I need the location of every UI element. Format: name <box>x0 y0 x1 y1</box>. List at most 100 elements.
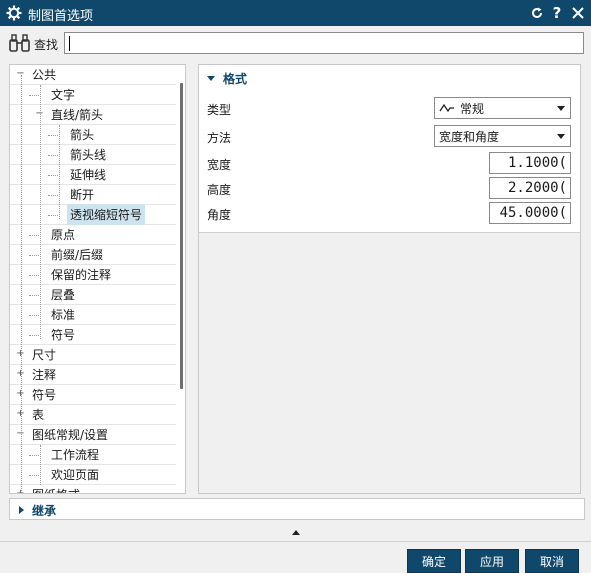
tree-connector <box>59 125 60 219</box>
apply-button[interactable]: 应用 <box>465 549 519 573</box>
tree-connector <box>40 445 41 485</box>
tree-connector <box>48 215 58 216</box>
width-label: 宽度 <box>207 158 232 172</box>
search-label: 查找 <box>34 38 59 52</box>
tree-connector <box>40 85 41 339</box>
tree-item[interactable]: 工作流程 <box>10 445 176 465</box>
ok-button[interactable]: 确定 <box>407 549 461 573</box>
search-input[interactable] <box>64 32 584 54</box>
tree-item-label: 图纸格式 <box>29 484 83 493</box>
tree-item[interactable]: 层叠 <box>10 285 176 305</box>
tree-connector <box>29 315 39 316</box>
tree-item[interactable]: 透视缩短符号 <box>10 204 176 225</box>
tree-item-label: 注释 <box>32 368 57 382</box>
tree-item[interactable]: 断开 <box>10 185 176 205</box>
tree-connector <box>48 175 58 176</box>
format-section-title: 格式 <box>223 72 248 86</box>
tree-item-label: 欢迎页面 <box>51 468 100 482</box>
tree-item-label: 延伸线 <box>70 168 107 182</box>
tree-item-label: 前缀/后缀 <box>51 248 104 262</box>
text-cursor <box>69 36 70 51</box>
tree-item-label: 透视缩短符号 <box>67 204 146 225</box>
tree-item[interactable]: + 符号 <box>10 385 176 405</box>
search-row: 查找 <box>0 30 591 58</box>
tree-item[interactable]: 标准 <box>10 305 176 325</box>
tree-item[interactable]: 文字 <box>10 85 176 105</box>
tree-item[interactable]: +图纸格式 <box>10 484 176 493</box>
tree-item[interactable]: − 直线/箭头 <box>10 105 176 125</box>
tree-connector <box>48 135 58 136</box>
tree-item[interactable]: − 公共 <box>10 65 176 85</box>
collapse-arrow-icon <box>207 76 215 81</box>
tree-item[interactable]: + 尺寸 <box>10 345 176 365</box>
tree-item-label: 断开 <box>70 188 95 202</box>
collapse-up-icon[interactable] <box>292 530 300 535</box>
chevron-down-icon <box>557 106 565 111</box>
help-button[interactable]: ? <box>548 4 566 22</box>
cancel-button[interactable]: 取消 <box>525 549 579 573</box>
tree-item[interactable]: 延伸线 <box>10 165 176 185</box>
tree-connector <box>48 195 58 196</box>
binoculars-icon <box>9 34 30 52</box>
tree-item-label: 保留的注释 <box>51 268 112 282</box>
tree-connector <box>29 235 39 236</box>
tree-item-label: 箭头 <box>70 128 95 142</box>
method-label: 方法 <box>207 131 232 145</box>
tree-connector <box>29 455 39 456</box>
format-section-header[interactable]: 格式 <box>207 70 247 87</box>
inherit-section-title: 继承 <box>32 504 57 518</box>
tree-item-label: 图纸常规/设置 <box>32 428 109 442</box>
angle-input[interactable]: 45.0000( <box>489 202 571 224</box>
tree-connector <box>29 335 39 336</box>
properties-panel: 格式 类型 常规 方法 宽度和角度 宽度 1.1000( 高度 2.2000( … <box>198 64 581 494</box>
window-title: 制图首选项 <box>28 9 94 24</box>
tree-item[interactable]: 前缀/后缀 <box>10 245 176 265</box>
method-dropdown[interactable]: 宽度和角度 <box>434 125 571 147</box>
tree-connector <box>48 155 58 156</box>
reset-icon <box>532 7 542 18</box>
tree-item-label: 箭头线 <box>70 148 107 162</box>
tree-item[interactable]: 箭头线 <box>10 145 176 165</box>
tree-item[interactable]: + 表 <box>10 405 176 425</box>
tree-item[interactable]: + 注释 <box>10 365 176 385</box>
tree-connector <box>21 75 22 493</box>
tree-item-label: 符号 <box>32 388 57 402</box>
tree-connector <box>29 95 39 96</box>
reset-button[interactable] <box>528 4 546 22</box>
tree-connector <box>29 255 39 256</box>
tree-item[interactable]: 欢迎页面 <box>10 465 176 485</box>
tree-item[interactable]: − 图纸常规/设置 <box>10 425 176 445</box>
preferences-tree[interactable]: − 公共文字 − 直线/箭头箭头箭头线延伸线断开透视缩短符号原点前缀/后缀保留的注释层… <box>9 64 186 494</box>
title-bar: 制图首选项 ? <box>0 0 591 26</box>
tree-item[interactable]: 符号 <box>10 325 176 345</box>
tree-connector <box>29 295 39 296</box>
height-input[interactable]: 2.2000( <box>489 177 571 199</box>
tree-item-label: 直线/箭头 <box>51 108 104 122</box>
close-icon <box>572 7 584 19</box>
tree-item-label: 尺寸 <box>32 348 57 362</box>
wave-line-icon <box>439 103 454 113</box>
tree-item-label: 公共 <box>32 68 57 82</box>
tree-item[interactable]: 箭头 <box>10 125 176 145</box>
tree-connector <box>29 275 39 276</box>
tree-item-label: 符号 <box>51 328 76 342</box>
method-value: 宽度和角度 <box>439 129 500 144</box>
tree-item-label: 工作流程 <box>51 448 100 462</box>
tree-item-label: 表 <box>32 408 45 422</box>
tree-item-label: 原点 <box>51 228 76 242</box>
chevron-down-icon <box>557 134 565 139</box>
tree-item[interactable]: 原点 <box>10 225 176 245</box>
divider <box>0 541 591 542</box>
width-input[interactable]: 1.1000( <box>489 152 571 174</box>
close-button[interactable] <box>569 4 587 22</box>
type-dropdown[interactable]: 常规 <box>434 97 571 119</box>
inherit-section-header[interactable]: 继承 <box>9 498 585 520</box>
tree-item-label: 文字 <box>51 88 76 102</box>
tree-connector <box>29 475 39 476</box>
angle-label: 角度 <box>207 208 232 222</box>
tree-scroll-thumb[interactable] <box>180 83 183 389</box>
tree-item[interactable]: 保留的注释 <box>10 265 176 285</box>
type-label: 类型 <box>207 103 232 117</box>
tree-item-label: 层叠 <box>51 288 76 302</box>
type-value: 常规 <box>460 101 485 116</box>
